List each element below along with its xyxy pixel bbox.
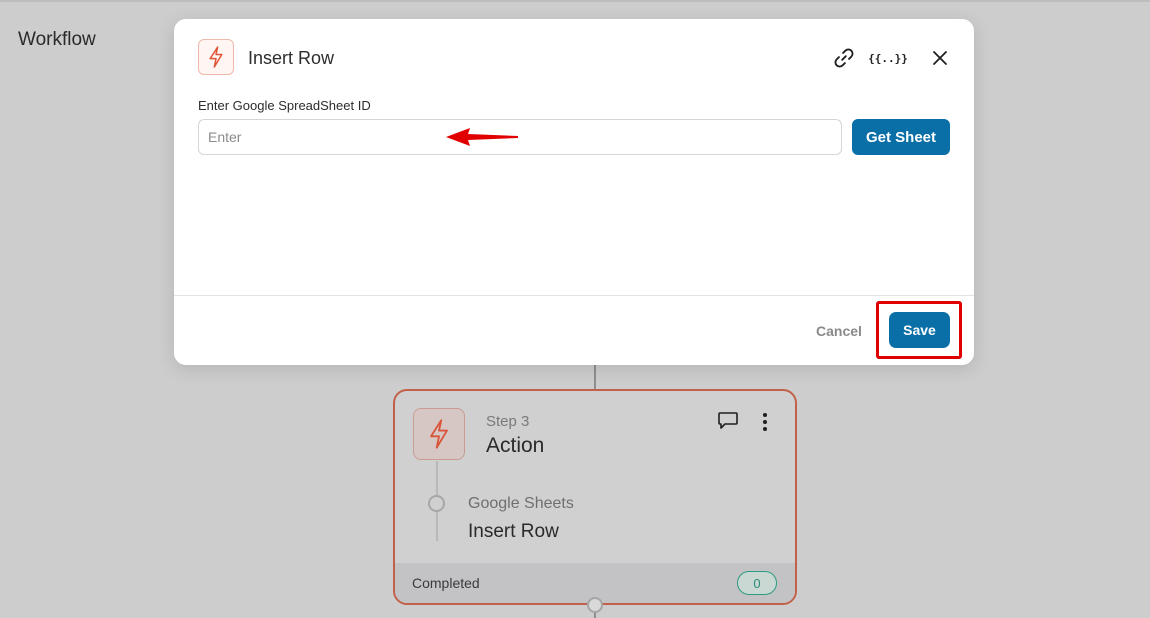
comment-icon[interactable] <box>717 411 739 431</box>
action-name: Insert Row <box>468 521 559 542</box>
status-label: Completed <box>412 575 480 591</box>
get-sheet-button[interactable]: Get Sheet <box>852 119 950 155</box>
annotation-arrow-icon <box>446 128 518 146</box>
add-step-connector-dot[interactable] <box>587 597 603 613</box>
lightning-bolt-icon <box>198 39 234 75</box>
cancel-button[interactable]: Cancel <box>810 319 868 343</box>
lightning-bolt-icon <box>413 408 465 460</box>
spreadsheet-id-input[interactable] <box>198 119 842 155</box>
close-icon[interactable] <box>925 43 955 73</box>
step-title: Action <box>486 434 545 457</box>
variables-icon[interactable]: {{..}} <box>868 43 908 73</box>
save-button[interactable]: Save <box>889 312 950 348</box>
more-options-icon[interactable] <box>757 411 773 433</box>
connector-line <box>594 364 596 389</box>
modal-divider <box>174 295 974 296</box>
action-app-name: Google Sheets <box>468 495 574 512</box>
timeline-dot <box>428 495 445 512</box>
workflow-step-card[interactable]: Step 3 Action Google Sheets Insert Row C… <box>393 389 797 605</box>
top-border <box>0 0 1150 2</box>
page-title: Workflow <box>18 29 96 50</box>
completed-count-badge: 0 <box>737 571 777 595</box>
modal-title: Insert Row <box>248 48 335 68</box>
insert-row-modal: Insert Row {{..}} Enter Google SpreadShe… <box>174 19 974 365</box>
spreadsheet-id-label: Enter Google SpreadSheet ID <box>198 98 371 113</box>
step-number-label: Step 3 <box>486 413 530 430</box>
link-icon[interactable] <box>829 43 859 73</box>
